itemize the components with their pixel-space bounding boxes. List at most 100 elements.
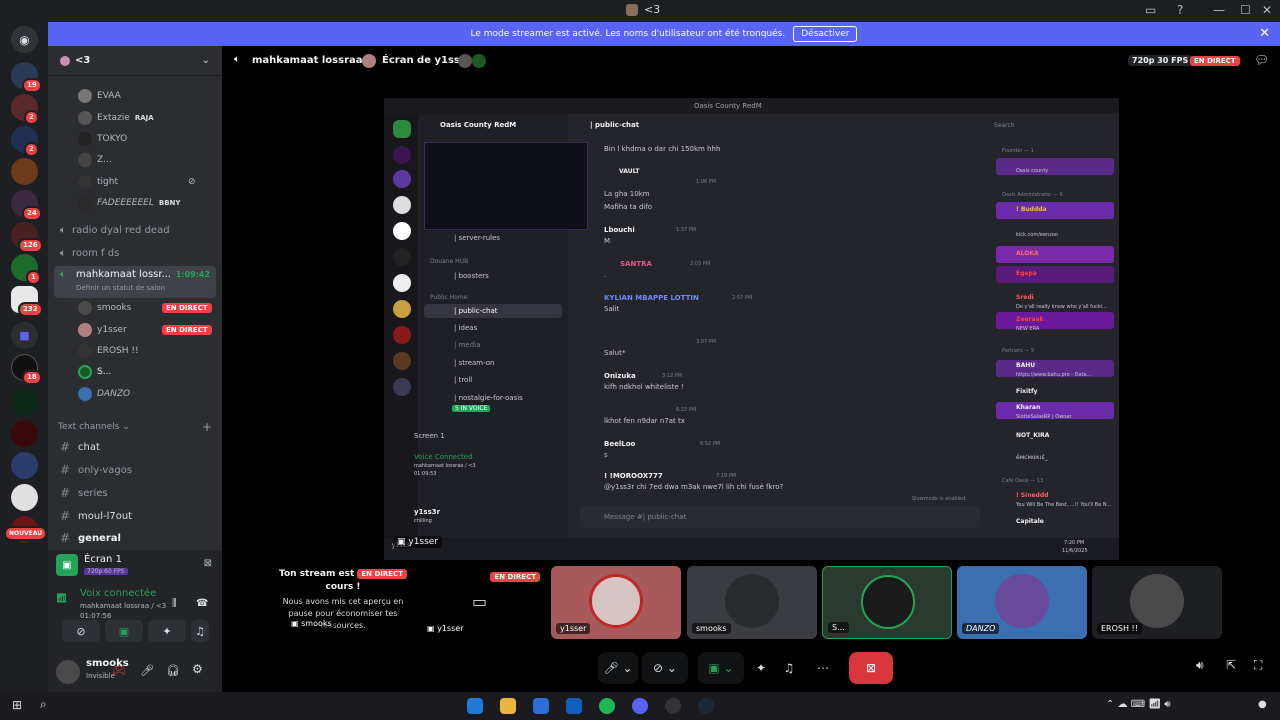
- windows-start-icon[interactable]: ⊞: [12, 698, 22, 712]
- avatar: [725, 574, 779, 628]
- disable-streamer-button[interactable]: Désactiver: [793, 26, 858, 42]
- inbox-icon[interactable]: ▭: [1145, 3, 1156, 17]
- close-window-button[interactable]: ✕: [1262, 3, 1272, 17]
- search-icon[interactable]: ⌕: [40, 697, 47, 712]
- server-icon[interactable]: [11, 452, 38, 479]
- speaker-icon: 🔈︎: [234, 54, 240, 65]
- participant-tile[interactable]: DANZO: [957, 566, 1087, 639]
- participant-tile[interactable]: y1sser: [551, 566, 681, 639]
- file-explorer-icon[interactable]: [500, 698, 516, 714]
- participant-tile[interactable]: EROSH !!: [1092, 566, 1222, 639]
- hash-icon: #: [60, 440, 71, 454]
- maximize-button[interactable]: ☐: [1240, 3, 1251, 17]
- text-channel[interactable]: # moul-l7out: [60, 507, 132, 525]
- channel-sidebar: <3 ⌄ EVAA Extazie RAJA TOKYO Z... tight ⊘ …: [48, 46, 222, 692]
- voice-user[interactable]: Z...: [78, 152, 112, 168]
- outlook-icon[interactable]: [566, 698, 582, 714]
- minimize-button[interactable]: —: [1213, 3, 1225, 17]
- voice-user[interactable]: y1sser EN DIRECT: [78, 322, 218, 338]
- avatar: [78, 301, 92, 315]
- channel-timer: 1:09:42: [175, 270, 210, 279]
- server-rail: ◉ 19 2 2 24 126 1 232 ■ 18 NOUVEAU: [0, 22, 48, 692]
- avatar: [995, 574, 1049, 628]
- chat-bubble-icon[interactable]: 💬︎: [1254, 53, 1269, 67]
- server-header[interactable]: <3 ⌄: [48, 46, 222, 76]
- stop-screen-icon[interactable]: ⊠: [204, 558, 212, 569]
- obs-icon[interactable]: [665, 698, 681, 714]
- screen-share-button[interactable]: ▣: [105, 620, 143, 642]
- stage-header: 🔈︎ mahkamaat lossraa • Écran de y1sser 7…: [234, 53, 1270, 68]
- participant-tile[interactable]: EN DIRECT ▭ ▣ y1sser: [418, 566, 546, 639]
- mic-toggle[interactable]: 🎤︎ ⌄: [598, 652, 638, 684]
- server-icon[interactable]: [11, 484, 38, 511]
- gamepad-icon[interactable]: 🎮︎: [112, 664, 126, 677]
- system-tray-icon[interactable]: ⌃ ☁ ⌨ 📶︎ 🔊︎: [1106, 699, 1171, 710]
- discord-icon[interactable]: [632, 698, 648, 714]
- server-icon[interactable]: [11, 158, 38, 185]
- voice-user[interactable]: S...: [78, 364, 111, 380]
- spotify-icon[interactable]: [599, 698, 615, 714]
- voice-channel[interactable]: 🔈︎ room f ds: [60, 244, 119, 262]
- avatar: [458, 54, 472, 68]
- voice-user[interactable]: DANZO: [78, 386, 130, 402]
- server-avatar-icon: [626, 3, 638, 16]
- store-icon[interactable]: [533, 698, 549, 714]
- text-channel[interactable]: # chat: [60, 438, 100, 456]
- popout-icon[interactable]: ⇱: [1226, 658, 1236, 672]
- notification-icon[interactable]: ●: [1258, 699, 1267, 710]
- channel-status[interactable]: Définir un statut de salon: [76, 284, 165, 292]
- activities-button[interactable]: ✦: [148, 620, 186, 642]
- voice-user[interactable]: Extazie RAJA: [78, 110, 154, 126]
- text-channel[interactable]: # general: [60, 529, 121, 547]
- steam-icon[interactable]: [698, 698, 714, 714]
- server-icon[interactable]: [11, 388, 38, 415]
- settings-icon[interactable]: ⚙: [192, 662, 203, 676]
- soundboard-button[interactable]: ♫: [191, 620, 209, 642]
- avatar[interactable]: [56, 660, 80, 684]
- close-notice-icon[interactable]: ✕: [1259, 26, 1270, 41]
- video-off-button[interactable]: ⊘: [62, 620, 100, 642]
- screen-share-panel[interactable]: ▣ Écran 1 720p 60 FPS ⊠: [56, 552, 214, 580]
- hash-icon: #: [60, 463, 71, 477]
- noise-suppression-icon[interactable]: ⫼: [172, 598, 177, 609]
- volume-icon[interactable]: 🔊︎: [1196, 658, 1204, 673]
- add-channel-icon[interactable]: +: [202, 420, 212, 434]
- inner-member-pill: [996, 158, 1114, 175]
- live-badge: EN DIRECT: [162, 303, 212, 313]
- voice-user[interactable]: TOKYO: [78, 131, 127, 147]
- fullscreen-icon[interactable]: ⛶: [1254, 658, 1262, 673]
- voice-user[interactable]: EROSH !!: [78, 343, 139, 359]
- headphones-icon[interactable]: 🎧︎: [166, 664, 180, 677]
- active-voice-channel[interactable]: 🔈︎ mahkamaat lossr... 1:09:42 Définir un…: [54, 266, 216, 298]
- window-title: <3: [626, 3, 660, 16]
- edge-icon[interactable]: [467, 698, 483, 714]
- leave-call-button[interactable]: ⊠: [849, 652, 893, 684]
- tile-user-label: ▣ smooks: [288, 619, 335, 628]
- server-icon[interactable]: [11, 420, 38, 447]
- voice-user[interactable]: tight ⊘: [78, 174, 196, 190]
- text-channel[interactable]: # only-vagos: [60, 461, 132, 479]
- shared-screen[interactable]: Oasis County RedM Oasis County RedM | se…: [384, 98, 1119, 560]
- speaker-icon: 🔈︎: [60, 224, 66, 236]
- voice-channel[interactable]: 🔈︎ radio dyal red dead: [60, 221, 170, 239]
- text-channels-header[interactable]: Text channels ⌄: [58, 422, 130, 432]
- server-badge: 126: [18, 238, 43, 253]
- folder-icon[interactable]: ■: [11, 322, 38, 349]
- screen-share-toggle[interactable]: ▣ ⌄: [698, 652, 744, 684]
- soundboard-icon[interactable]: ♫: [778, 652, 800, 684]
- participant-tile[interactable]: smooks: [687, 566, 817, 639]
- participant-tile[interactable]: S...: [822, 566, 952, 639]
- text-channel[interactable]: # series: [60, 484, 108, 502]
- disconnect-icon[interactable]: ☎: [196, 598, 208, 609]
- inner-server-icon: [393, 326, 411, 344]
- camera-toggle[interactable]: ⊘ ⌄: [642, 652, 688, 684]
- discord-home-icon[interactable]: ◉: [11, 26, 38, 53]
- voice-user[interactable]: smooks EN DIRECT: [78, 300, 218, 316]
- help-icon[interactable]: ?: [1177, 3, 1183, 17]
- tile-label: smooks: [692, 623, 731, 634]
- more-options-icon[interactable]: ⋯: [812, 652, 834, 684]
- voice-user[interactable]: FADEEEEEEL BBNY: [78, 195, 180, 211]
- voice-user[interactable]: EVAA: [78, 88, 121, 104]
- microphone-icon[interactable]: 🎤︎: [140, 664, 154, 677]
- activities-icon[interactable]: ✦: [750, 652, 772, 684]
